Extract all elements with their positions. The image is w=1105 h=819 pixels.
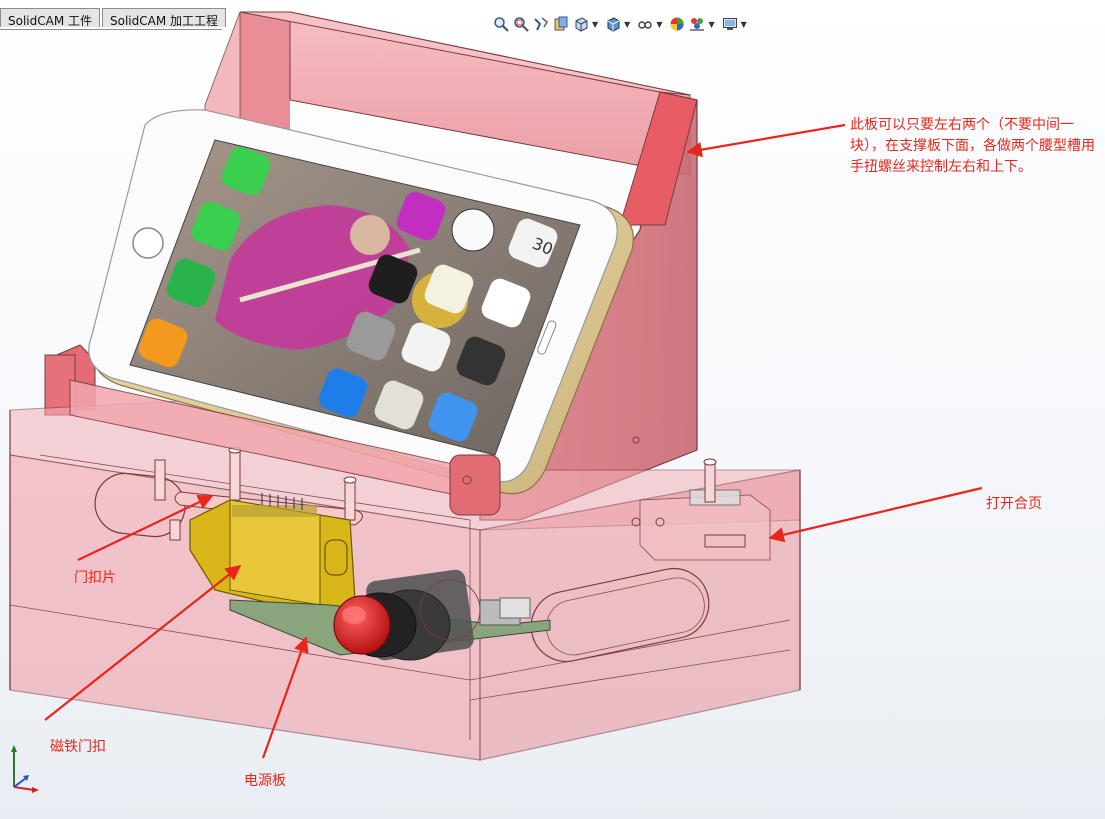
display-style-icon[interactable] — [604, 15, 622, 33]
magnetic-latch-note: 磁铁门扣 — [50, 739, 106, 755]
previous-view-icon[interactable] — [532, 15, 550, 33]
edit-appearance-icon[interactable] — [668, 15, 686, 33]
chevron-down-icon[interactable]: ▼ — [592, 20, 598, 29]
clock-app-icon[interactable] — [451, 208, 495, 252]
chevron-down-icon[interactable]: ▼ — [624, 20, 630, 29]
heads-up-view-toolbar: ▼ ▼ ▼ ▼ ▼ — [492, 12, 753, 36]
view-orientation-icon[interactable] — [572, 15, 590, 33]
chevron-down-icon[interactable]: ▼ — [708, 20, 714, 29]
tab-solidcam-workpiece[interactable]: SolidCAM 工件 — [0, 8, 101, 28]
view-settings-icon[interactable] — [721, 15, 739, 33]
power-board-note: 电源板 — [244, 773, 286, 789]
hinge-arrow — [768, 486, 983, 543]
hide-show-icon[interactable] — [636, 15, 654, 33]
zoom-area-icon[interactable] — [512, 15, 530, 33]
tab-solidcam-process[interactable]: SolidCAM 加工工程 — [102, 8, 227, 28]
coordinate-triad-icon — [11, 745, 39, 793]
zoom-to-fit-icon[interactable] — [492, 15, 510, 33]
support-plate-arrow — [686, 123, 846, 158]
tab-bar: SolidCAM 工件 SolidCAM 加工工程 — [0, 8, 227, 30]
hinge-note: 打开合页 — [986, 496, 1042, 512]
apply-scene-icon[interactable] — [688, 15, 706, 33]
tab-divider — [0, 29, 222, 30]
chevron-down-icon[interactable]: ▼ — [741, 20, 747, 29]
door-latch-plate-note: 门扣片 — [74, 570, 116, 586]
section-view-icon[interactable] — [552, 15, 570, 33]
chevron-down-icon[interactable]: ▼ — [656, 20, 662, 29]
support-plate-note: 此板可以只要左右两个（不要中间一块），在支撑板下面，各做两个腰型槽用手扭螺丝来控… — [850, 117, 1095, 175]
